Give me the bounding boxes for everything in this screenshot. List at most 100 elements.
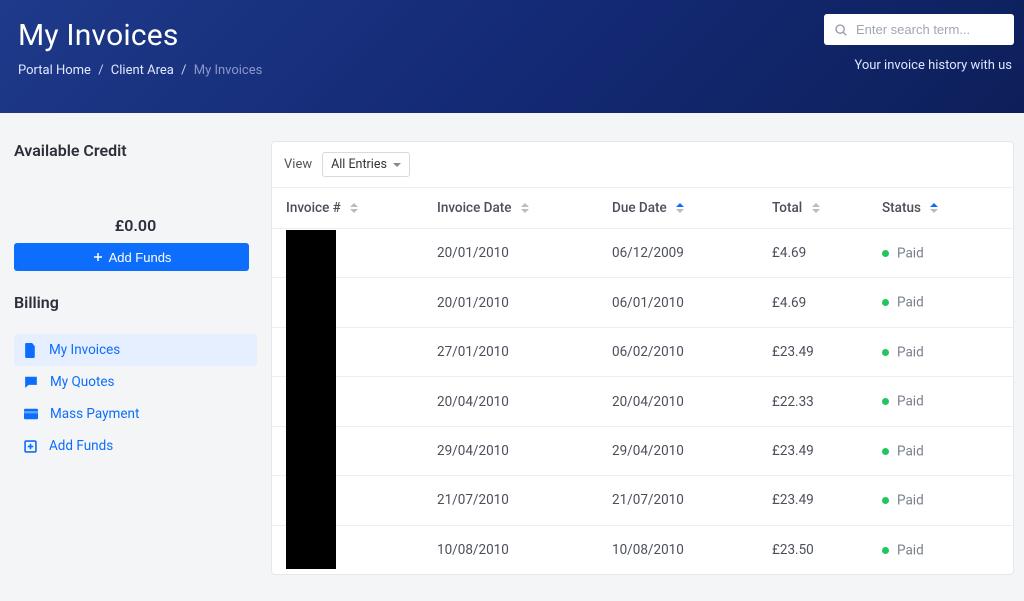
cell-total: £22.33 <box>762 377 872 426</box>
status-dot-icon <box>882 547 889 554</box>
sidebar-item-label: Add Funds <box>49 438 113 454</box>
breadcrumb-client-area[interactable]: Client Area <box>111 63 174 78</box>
cell-due-date: 29/04/2010 <box>602 426 762 475</box>
status-text: Paid <box>897 295 924 311</box>
add-funds-label: Add Funds <box>109 250 172 265</box>
card-icon <box>24 408 38 420</box>
status-text: Paid <box>897 394 924 410</box>
table-row[interactable]: 20/01/201006/01/2010£4.69 Paid <box>272 278 1013 327</box>
plus-icon <box>92 251 104 263</box>
file-icon <box>24 343 37 358</box>
credit-amount: £0.00 <box>14 216 257 235</box>
cell-invoice-date: 21/07/2010 <box>427 476 602 525</box>
cell-due-date: 20/04/2010 <box>602 377 762 426</box>
sidebar-item-mass-payment[interactable]: Mass Payment <box>14 398 257 430</box>
cell-due-date: 10/08/2010 <box>602 525 762 574</box>
invoices-panel: View All Entries Invoice # <box>271 141 1014 575</box>
cell-invoice-date: 10/08/2010 <box>427 525 602 574</box>
cell-status: Paid <box>872 229 1013 278</box>
column-invoice-date[interactable]: Invoice Date <box>427 188 602 229</box>
column-total[interactable]: Total <box>762 188 872 229</box>
sidebar: Available Credit £0.00 Add Funds Billing… <box>0 113 271 575</box>
billing-nav: My Invoices My Quotes Mass Payment Add F… <box>14 334 257 462</box>
sort-icon <box>676 203 684 213</box>
column-invoice[interactable]: Invoice # <box>272 188 427 229</box>
add-funds-button[interactable]: Add Funds <box>14 243 249 271</box>
billing-card: Billing My Invoices My Quotes Mass Payme… <box>14 293 257 462</box>
filter-value: All Entries <box>331 157 387 172</box>
redacted-invoice-numbers <box>286 230 336 569</box>
status-dot-icon <box>882 497 889 504</box>
cell-total: £4.69 <box>762 229 872 278</box>
status-dot-icon <box>882 349 889 356</box>
status-text: Paid <box>897 443 924 459</box>
sidebar-item-my-quotes[interactable]: My Quotes <box>14 366 257 398</box>
status-dot-icon <box>882 250 889 257</box>
cell-status: Paid <box>872 476 1013 525</box>
sidebar-item-label: My Invoices <box>49 342 120 358</box>
breadcrumb-current: My Invoices <box>194 63 263 78</box>
cell-status: Paid <box>872 377 1013 426</box>
view-label: View <box>284 157 312 172</box>
table-row[interactable]: 27/01/201006/02/2010£23.49 Paid <box>272 327 1013 376</box>
content: View All Entries Invoice # <box>271 113 1024 575</box>
page-header: My Invoices Portal Home / Client Area / … <box>0 0 1024 113</box>
filter-select[interactable]: All Entries <box>322 152 410 177</box>
table-row[interactable]: 20/01/201006/12/2009£4.69 Paid <box>272 229 1013 278</box>
sort-icon <box>521 203 529 213</box>
cell-status: Paid <box>872 426 1013 475</box>
status-dot-icon <box>882 398 889 405</box>
table-row[interactable]: 29/04/201029/04/2010£23.49Paid <box>272 426 1013 475</box>
billing-title: Billing <box>14 293 257 312</box>
cell-total: £4.69 <box>762 278 872 327</box>
header-subtitle: Your invoice history with us <box>854 58 1012 73</box>
status-dot-icon <box>882 299 889 306</box>
cell-status: Paid <box>872 327 1013 376</box>
cell-due-date: 06/12/2009 <box>602 229 762 278</box>
breadcrumb-sep: / <box>181 63 186 78</box>
cell-due-date: 21/07/2010 <box>602 476 762 525</box>
sidebar-item-add-funds[interactable]: Add Funds <box>14 430 257 462</box>
cell-due-date: 06/02/2010 <box>602 327 762 376</box>
status-dot-icon <box>882 448 889 455</box>
cell-total: £23.49 <box>762 426 872 475</box>
sort-icon <box>812 203 820 213</box>
breadcrumb-home[interactable]: Portal Home <box>18 63 91 78</box>
breadcrumb-sep: / <box>98 63 103 78</box>
sidebar-item-label: My Quotes <box>50 374 115 390</box>
cell-total: £23.49 <box>762 476 872 525</box>
cell-status: Paid <box>872 525 1013 574</box>
status-text: Paid <box>897 245 924 261</box>
credit-title: Available Credit <box>14 141 257 160</box>
column-status[interactable]: Status <box>872 188 1013 229</box>
plus-box-icon <box>24 440 37 453</box>
column-due-date[interactable]: Due Date <box>602 188 762 229</box>
table-row[interactable]: 21/07/201021/07/2010£23.49Paid <box>272 476 1013 525</box>
cell-total: £23.49 <box>762 327 872 376</box>
sidebar-item-label: Mass Payment <box>50 406 139 422</box>
status-text: Paid <box>897 344 924 360</box>
sort-icon <box>930 203 938 213</box>
panel-toolbar: View All Entries <box>272 142 1013 188</box>
invoices-table: Invoice # Invoice Date Due Date <box>272 188 1013 574</box>
cell-invoice-date: 20/01/2010 <box>427 278 602 327</box>
chevron-down-icon <box>393 163 401 167</box>
sort-icon <box>350 203 358 213</box>
status-text: Paid <box>897 493 924 509</box>
cell-invoice-date: 29/04/2010 <box>427 426 602 475</box>
table-row[interactable]: 20/04/201020/04/2010£22.33Paid <box>272 377 1013 426</box>
cell-invoice-date: 27/01/2010 <box>427 327 602 376</box>
sidebar-item-my-invoices[interactable]: My Invoices <box>14 334 257 366</box>
cell-invoice-date: 20/01/2010 <box>427 229 602 278</box>
credit-card: Available Credit £0.00 Add Funds <box>14 141 257 271</box>
status-text: Paid <box>897 542 924 558</box>
cell-status: Paid <box>872 278 1013 327</box>
search-icon <box>834 23 848 37</box>
table-row[interactable]: 10/08/201010/08/2010£23.50Paid <box>272 525 1013 574</box>
search-box[interactable] <box>824 14 1014 45</box>
cell-total: £23.50 <box>762 525 872 574</box>
chat-icon <box>24 375 38 389</box>
search-input[interactable] <box>856 22 1004 37</box>
cell-due-date: 06/01/2010 <box>602 278 762 327</box>
cell-invoice-date: 20/04/2010 <box>427 377 602 426</box>
